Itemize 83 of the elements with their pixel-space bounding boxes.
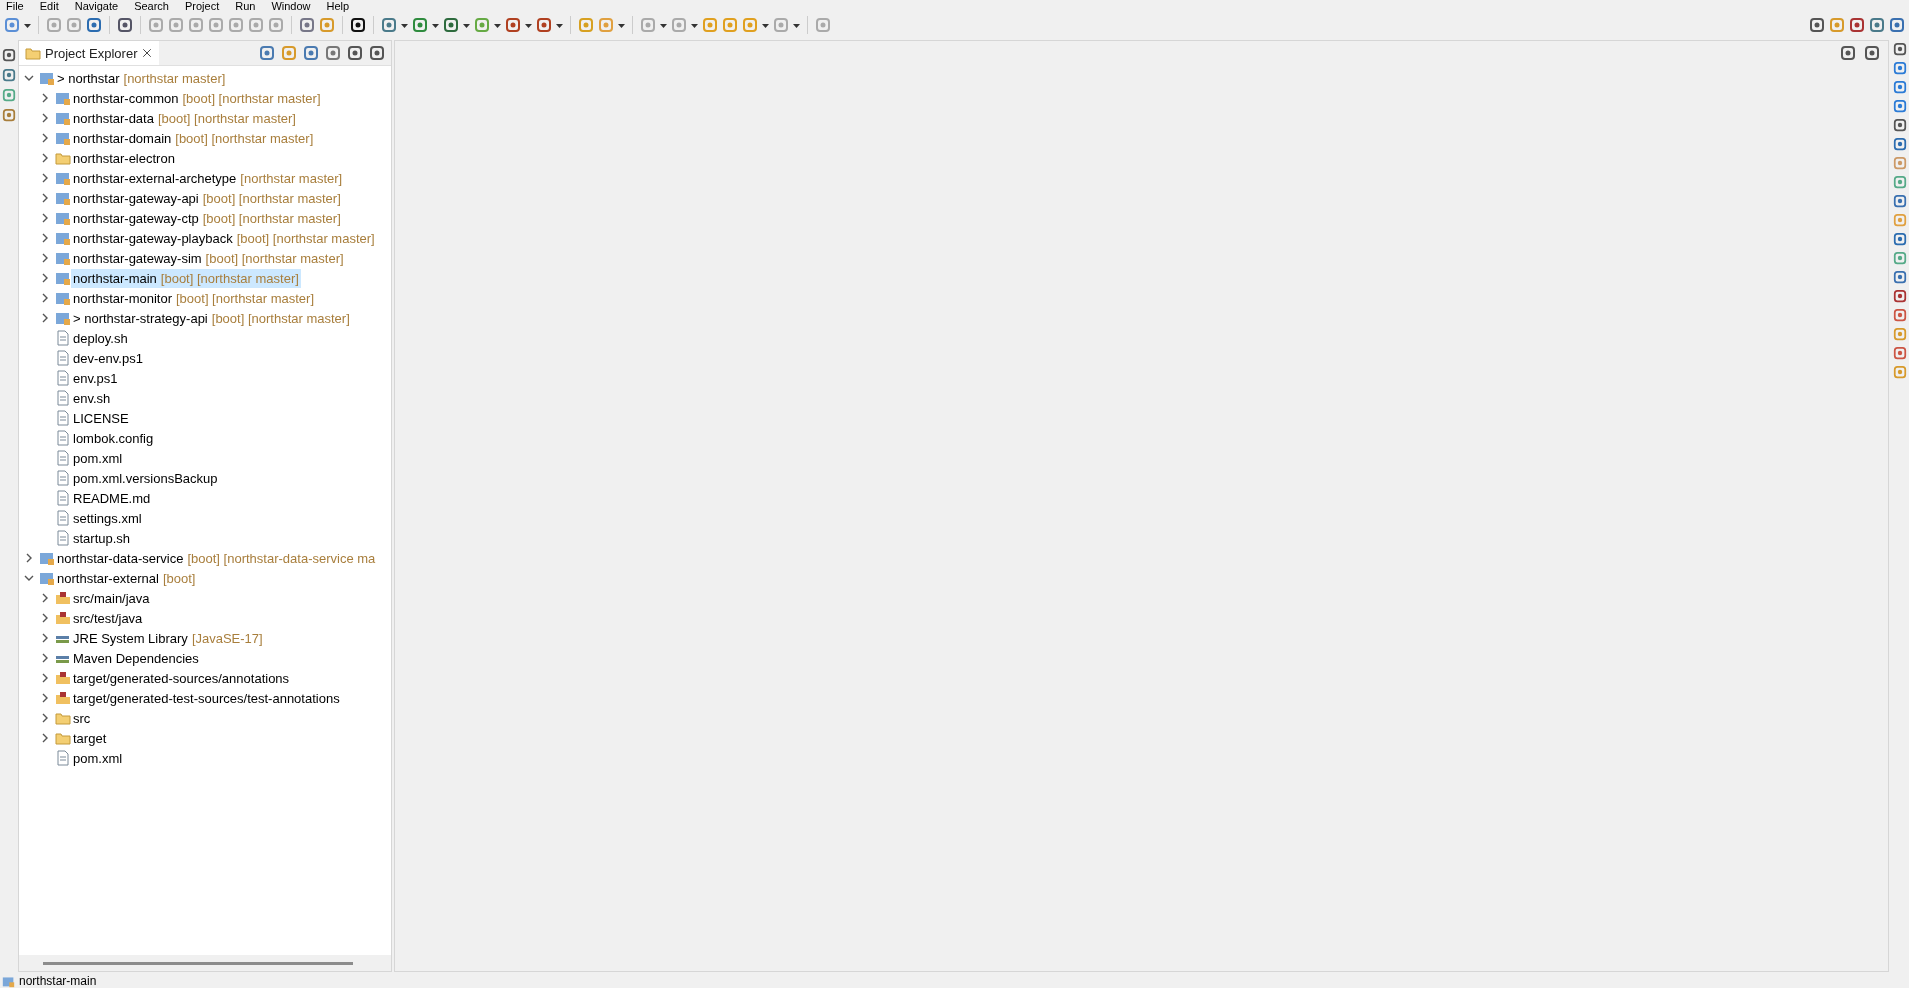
project-icon (55, 110, 71, 126)
project-icon (2, 974, 15, 988)
tree-item[interactable]: northstar-data [boot] [northstar master] (71, 108, 298, 128)
status-text: northstar-main (19, 974, 97, 988)
file-icon (55, 370, 71, 386)
tree-item[interactable]: pom.xml (71, 448, 125, 468)
menu-item[interactable]: Window (271, 0, 311, 12)
project-icon (39, 570, 55, 586)
menu-item[interactable]: Search (134, 0, 169, 12)
tree-item[interactable]: dev-env.ps1 (71, 348, 145, 368)
tree-item[interactable]: northstar-external-archetype [northstar master] (71, 168, 345, 188)
package-folder-icon (55, 670, 71, 686)
menu-item[interactable]: File (6, 0, 24, 12)
tree-item[interactable]: env.sh (71, 388, 113, 408)
package-folder-icon (55, 590, 71, 606)
file-icon (55, 350, 71, 366)
tree-item[interactable]: northstar-data-service [boot] [northstar-data-service ma (55, 548, 378, 568)
project-icon (39, 550, 55, 566)
tree-item[interactable]: JRE System Library [JavaSE-17] (71, 628, 265, 648)
project-icon (55, 270, 71, 286)
menu-item[interactable]: Edit (39, 0, 59, 12)
project-icon (55, 90, 71, 106)
file-icon (55, 450, 71, 466)
tree-item[interactable]: northstar-gateway-ctp [boot] [northstar master] (71, 208, 343, 228)
tree-item[interactable]: northstar-gateway-api [boot] [northstar master] (71, 188, 343, 208)
tree-item[interactable]: northstar-gateway-playback [boot] [northstar master] (71, 228, 377, 248)
folder-icon (25, 45, 41, 61)
folder-icon (55, 730, 71, 746)
tree-item[interactable]: target/generated-test-sources/test-annotations (71, 688, 342, 708)
file-icon (55, 510, 71, 526)
folder-icon (55, 150, 71, 166)
tree-item[interactable]: northstar-domain [boot] [northstar master] (71, 128, 316, 148)
menu-item[interactable]: Run (235, 0, 256, 12)
tree-item[interactable]: pom.xml.versionsBackup (71, 468, 220, 488)
tree-item[interactable]: > northstar [northstar master] (55, 68, 228, 88)
project-icon (55, 170, 71, 186)
file-icon (55, 330, 71, 346)
project-icon (55, 190, 71, 206)
tree-item[interactable]: northstar-monitor [boot] [northstar master] (71, 288, 316, 308)
tree-item[interactable]: deploy.sh (71, 328, 130, 348)
tree-item[interactable]: northstar-external [boot] (55, 568, 198, 588)
file-icon (55, 490, 71, 506)
close-icon[interactable] (141, 47, 154, 59)
tree-item[interactable]: northstar-common [boot] [northstar master] (71, 88, 323, 108)
file-icon (55, 390, 71, 406)
tree-item[interactable]: > northstar-strategy-api [boot] [northstar master] (71, 308, 352, 328)
package-folder-icon (55, 610, 71, 626)
menu-item[interactable]: Navigate (74, 0, 119, 12)
tree-item[interactable]: src/test/java (71, 608, 145, 628)
menu-item[interactable]: Help (326, 0, 350, 12)
tree-item[interactable]: env.ps1 (71, 368, 120, 388)
tree-item[interactable]: northstar-gateway-sim [boot] [northstar master] (71, 248, 346, 268)
tree-item[interactable]: LICENSE (71, 408, 131, 428)
project-icon (55, 310, 71, 326)
project-icon (55, 210, 71, 226)
tree-item[interactable]: pom.xml (71, 748, 125, 768)
tree-item[interactable]: README.md (71, 488, 153, 508)
tree-item[interactable]: settings.xml (71, 508, 144, 528)
file-icon (55, 530, 71, 546)
project-icon (55, 130, 71, 146)
tree-item[interactable]: northstar-main [boot] [northstar master] (71, 268, 301, 288)
tree-item[interactable]: lombok.config (71, 428, 156, 448)
tree-item[interactable]: northstar-electron (71, 148, 177, 168)
file-icon (55, 410, 71, 426)
folder-icon (55, 710, 71, 726)
file-icon (55, 430, 71, 446)
file-icon (55, 750, 71, 766)
tree-item[interactable]: target (71, 728, 109, 748)
scrollbar-thumb[interactable] (43, 961, 353, 965)
view-title: Project Explorer (45, 45, 138, 61)
project-icon (39, 70, 55, 86)
package-folder-icon (55, 690, 71, 706)
tree-item[interactable]: startup.sh (71, 528, 133, 548)
view-tab[interactable]: Project Explorer (19, 41, 160, 65)
project-icon (55, 290, 71, 306)
project-icon (55, 250, 71, 266)
menu-item[interactable]: Project (185, 0, 220, 12)
project-icon (55, 230, 71, 246)
tree-item[interactable]: Maven Dependencies (71, 648, 201, 668)
tree-item[interactable]: src (71, 708, 93, 728)
file-icon (55, 470, 71, 486)
tree-item[interactable]: src/main/java (71, 588, 152, 608)
tree-item[interactable]: target/generated-sources/annotations (71, 668, 292, 688)
